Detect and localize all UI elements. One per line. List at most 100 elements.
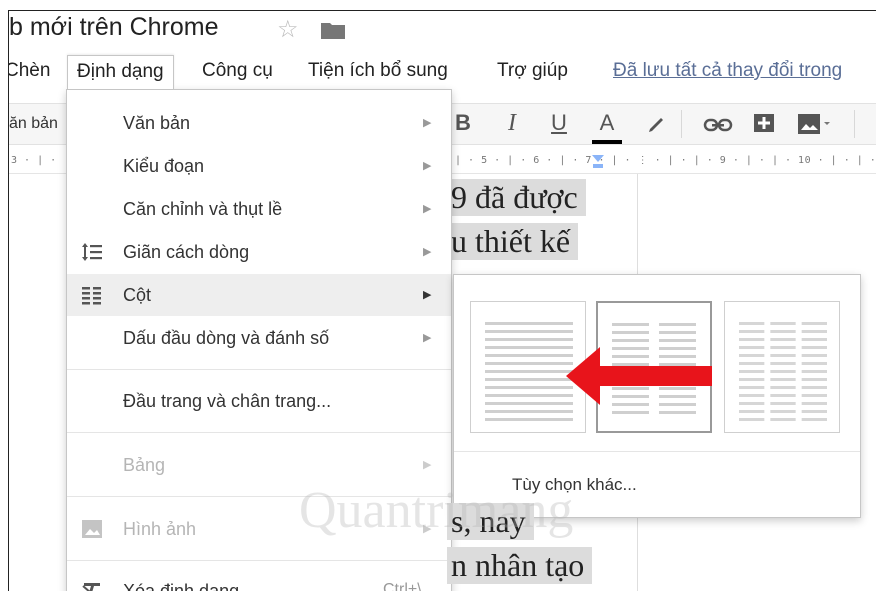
column-preview-line [485,418,573,421]
columns-icon [82,287,101,305]
column-preview-line [770,394,796,397]
menu-item-label: Giãn cách dòng [123,242,250,262]
column-preview-line [659,411,696,414]
column-preview-line [739,362,765,365]
column-preview-line [801,322,827,325]
link-icon[interactable] [703,116,733,134]
column-preview-line [612,331,649,334]
menu-item-label: Cột [123,285,152,305]
image-icon [82,520,102,538]
toolbar-divider [681,110,682,138]
column-preview-line [612,323,649,326]
column-preview-line [739,354,765,357]
line-spacing-icon [82,243,102,261]
column-preview-line [739,418,765,421]
menu-bar: Chèn Định dạng Công cụ Tiện ích bổ sung … [9,55,876,89]
format-menu-item-paragraph-styles[interactable]: Kiểu đoạn ▶ [67,145,451,187]
column-preview-line [801,410,827,413]
menu-item-label: Kiểu đoạn [123,156,205,176]
column-preview-line [739,370,765,373]
bold-button[interactable]: B [450,110,476,136]
document-line: 9 đã được [447,179,586,216]
column-preview-line [801,370,827,373]
star-icon[interactable]: ☆ [277,15,299,44]
column-preview-line [801,346,827,349]
column-preview-line [485,322,573,325]
column-preview-line [612,339,649,342]
format-menu-item-text[interactable]: Văn bản ▶ [67,102,451,144]
column-preview-line [485,378,573,381]
column-preview-line [485,354,573,357]
column-preview-line [801,418,827,421]
column-option-three[interactable] [724,301,840,433]
menu-tools[interactable]: Công cụ [202,60,273,82]
document-line: n nhân tạo [447,547,593,584]
column-preview-line [739,410,765,413]
indent-marker-icon[interactable] [592,155,604,171]
highlight-pen-icon[interactable] [645,114,667,136]
document-title[interactable]: b mới trên Chrome [9,13,219,42]
toolbar-divider [854,110,855,138]
menu-insert[interactable]: Chèn [9,60,50,82]
italic-button[interactable]: I [499,110,525,137]
text-color-button[interactable]: A [592,110,622,144]
column-preview-line [739,402,765,405]
submenu-arrow-icon: ▶ [423,160,432,172]
clear-format-icon [82,583,100,591]
submenu-arrow-icon: ▶ [423,332,432,344]
column-preview-line [801,338,827,341]
menu-item-label: Hình ảnh [123,519,197,539]
column-preview-line [801,354,827,357]
column-preview-line [739,330,765,333]
menu-divider [67,432,451,433]
menu-item-label: Căn chỉnh và thụt lề [123,199,283,219]
menu-divider [454,451,860,452]
format-menu-item-line-spacing[interactable]: Giãn cách dòng ▶ [67,231,451,273]
column-preview-line [659,339,696,342]
document-line: u thiết kế [447,223,579,260]
submenu-arrow-icon: ▶ [423,289,432,301]
column-preview-line [485,330,573,333]
column-preview-line [770,330,796,333]
menu-item-label: Bảng [123,455,166,475]
menu-help[interactable]: Trợ giúp [497,60,568,82]
column-preview-line [612,411,649,414]
underline-button[interactable]: U [546,110,572,136]
submenu-arrow-icon: ▶ [423,246,432,258]
ruler-right-ticks: | · 5 · | · 6 · | · 7 · | · ⋮ · | · | · … [455,155,876,166]
paragraph-style-select[interactable]: ăn bản [9,115,58,133]
menu-item-label: Dấu đầu dòng và đánh số [123,328,330,348]
format-menu-item-headers-footers[interactable]: Đầu trang và chân trang... [67,380,451,422]
format-menu-item-clear-formatting[interactable]: Xóa định dạng Ctrl+\ [67,570,451,591]
add-comment-icon[interactable] [753,113,775,135]
column-preview-line [770,370,796,373]
column-preview-line [770,386,796,389]
menu-item-label: Đầu trang và chân trang... [123,391,332,411]
column-preview-line [770,362,796,365]
format-menu-item-align-indent[interactable]: Căn chỉnh và thụt lề ▶ [67,188,451,230]
column-preview-line [739,386,765,389]
ruler-left-ticks: 3 · | · [11,155,57,166]
column-preview-line [739,338,765,341]
column-preview-line [801,402,827,405]
submenu-arrow-icon: ▶ [423,459,432,471]
app-window: b mới trên Chrome ☆ Chèn Định dạng Công … [8,10,876,591]
menu-addons[interactable]: Tiện ích bổ sung [308,60,448,82]
menu-divider [67,369,451,370]
insert-image-icon[interactable] [797,113,831,135]
format-menu-item-bullets-numbering[interactable]: Dấu đầu dòng và đánh số ▶ [67,317,451,359]
save-status-link[interactable]: Đã lưu tất cả thay đổi trong [613,60,842,82]
format-menu-item-columns[interactable]: Cột ▶ [67,274,451,316]
column-preview-line [770,378,796,381]
column-preview-line [485,394,573,397]
column-preview-line [485,402,573,405]
menu-format[interactable]: Định dạng [67,55,174,89]
three-column-preview-icon [739,322,827,421]
folder-icon[interactable] [321,21,345,39]
column-preview-line [770,354,796,357]
red-arrow-icon [566,347,712,405]
text-color-swatch [592,140,622,144]
column-preview-line [801,362,827,365]
column-preview-line [801,394,827,397]
format-menu-item-table[interactable]: Bảng ▶ [67,444,451,486]
